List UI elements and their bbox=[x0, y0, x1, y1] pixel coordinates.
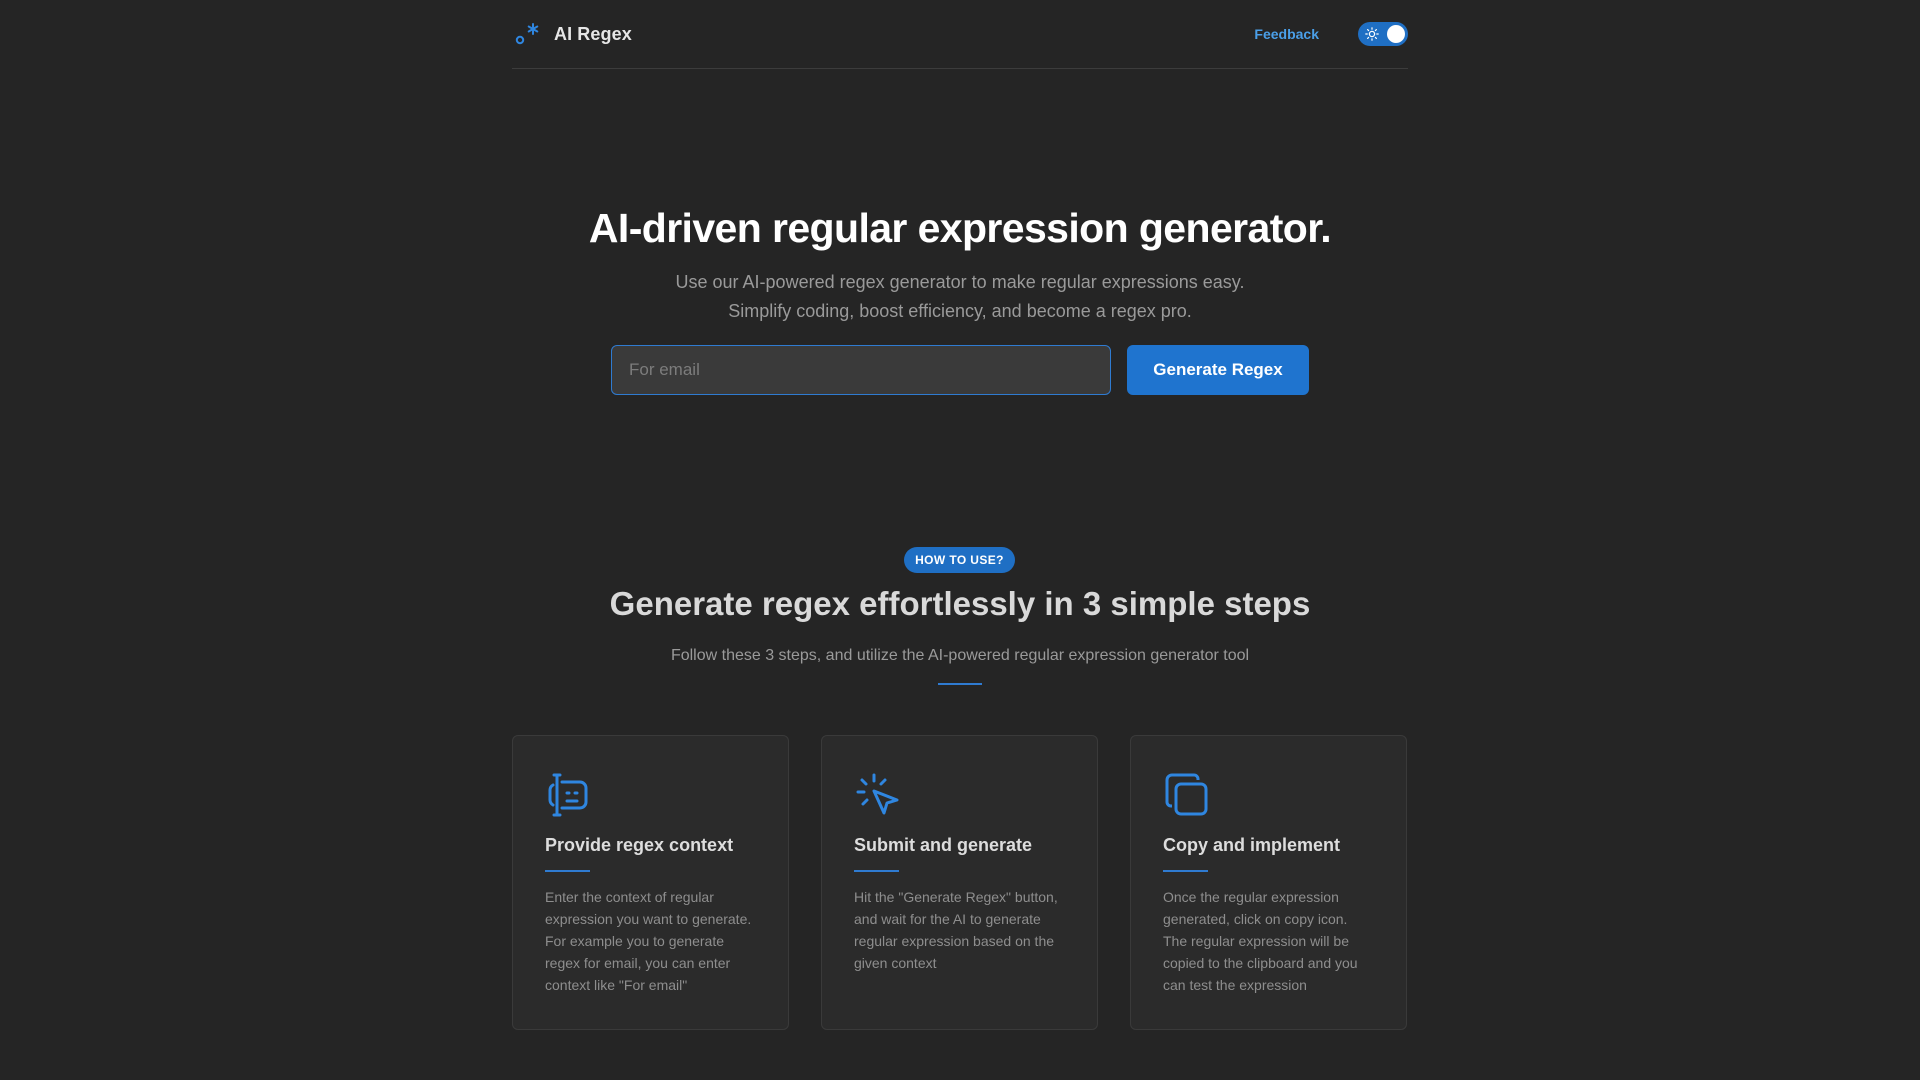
regex-form: Generate Regex bbox=[611, 345, 1309, 395]
steps-section-title: Generate regex effortlessly in 3 simple … bbox=[609, 585, 1311, 622]
step-title: Provide regex context bbox=[545, 835, 734, 855]
generate-regex-button[interactable]: Generate Regex bbox=[1127, 345, 1309, 395]
hero-subtitle-line-2: Simplify coding, boost efficiency, and b… bbox=[728, 301, 1192, 321]
how-to-badge: HOW TO USE? bbox=[904, 547, 1015, 573]
hero-subtitle: Use our AI-powered regex generator to ma… bbox=[0, 268, 1920, 326]
toggle-knob bbox=[1387, 25, 1405, 43]
step-divider bbox=[1163, 870, 1208, 872]
step-description: Hit the "Generate Regex" button, and wai… bbox=[854, 889, 1058, 971]
sun-icon bbox=[1365, 27, 1379, 41]
theme-toggle[interactable] bbox=[1358, 22, 1408, 46]
hero-title: AI-driven regular expression generator. bbox=[588, 205, 1332, 251]
text-cursor-icon bbox=[548, 773, 588, 817]
step-description: Once the regular expression generated, c… bbox=[1163, 889, 1358, 993]
brand-name: AI Regex bbox=[554, 23, 632, 44]
feedback-link[interactable]: Feedback bbox=[1254, 26, 1319, 42]
step-card-submit: Submit and generate Hit the "Generate Re… bbox=[821, 735, 1098, 1030]
step-divider bbox=[854, 870, 899, 872]
section-divider bbox=[938, 683, 982, 685]
step-title: Submit and generate bbox=[854, 835, 1033, 855]
top-navbar: AI Regex Feedback bbox=[512, 0, 1408, 69]
step-title: Copy and implement bbox=[1163, 835, 1341, 855]
step-card-context: Provide regex context Enter the context … bbox=[512, 735, 789, 1030]
step-description: Enter the context of regular expression … bbox=[545, 889, 752, 993]
step-divider bbox=[545, 870, 590, 872]
hero-subtitle-line-1: Use our AI-powered regex generator to ma… bbox=[675, 272, 1245, 292]
logo-icon bbox=[515, 23, 539, 45]
regex-context-input[interactable] bbox=[611, 345, 1111, 395]
click-pointer-icon bbox=[856, 773, 899, 815]
brand[interactable]: AI Regex bbox=[512, 21, 632, 47]
steps-cards: Provide regex context Enter the context … bbox=[512, 735, 1407, 1030]
copy-icon bbox=[1165, 773, 1208, 816]
header-actions: Feedback bbox=[1254, 22, 1408, 46]
step-card-copy: Copy and implement Once the regular expr… bbox=[1130, 735, 1407, 1030]
steps-section-subtitle: Follow these 3 steps, and utilize the AI… bbox=[670, 647, 1250, 664]
page: AI Regex Feedback AI-driven regular expr… bbox=[0, 0, 1920, 1080]
